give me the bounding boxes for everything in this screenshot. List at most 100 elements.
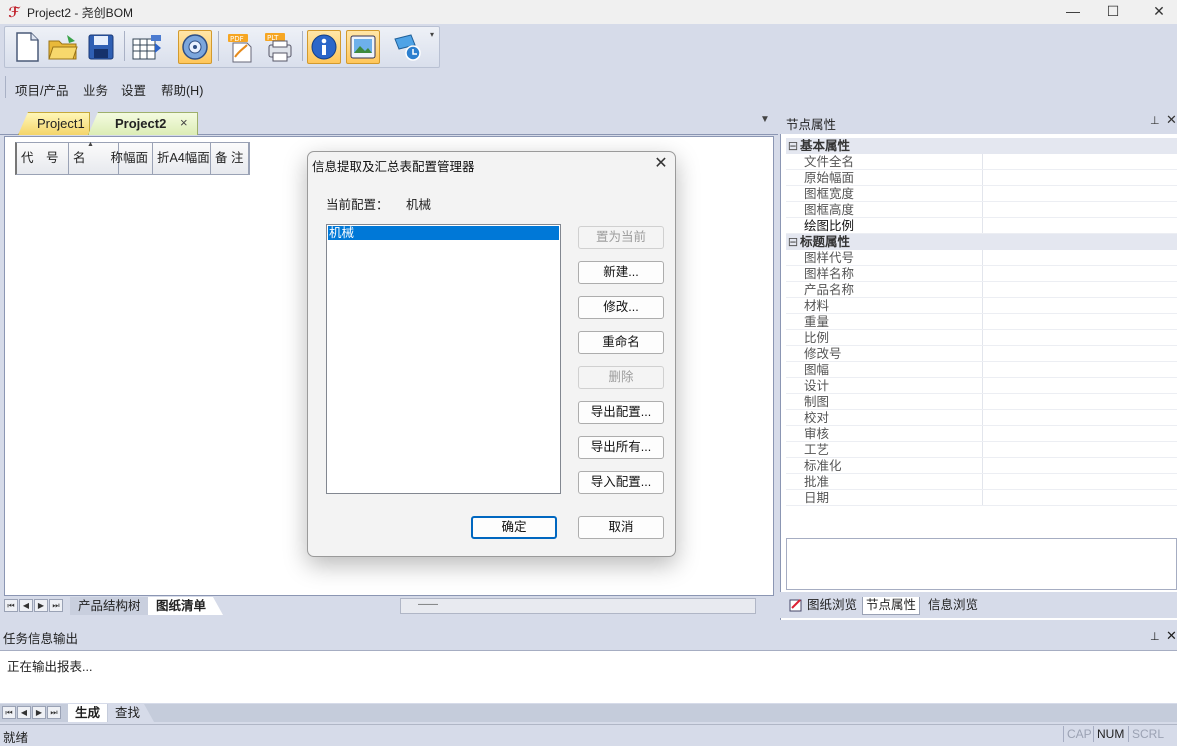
menu-project[interactable]: 项目/产品 bbox=[15, 80, 68, 99]
property-row[interactable]: 批准 bbox=[786, 474, 1177, 490]
property-row[interactable]: 审核 bbox=[786, 426, 1177, 442]
save-button[interactable] bbox=[84, 30, 118, 64]
plt-print-icon: PLT bbox=[265, 33, 292, 62]
property-row[interactable]: 制图 bbox=[786, 394, 1177, 410]
collapse-icon[interactable]: ⊟ bbox=[786, 138, 800, 154]
num-indicator: NUM bbox=[1093, 726, 1127, 742]
tab-generate[interactable]: 生成 bbox=[68, 704, 108, 722]
export-pdf-button[interactable]: PDF bbox=[224, 30, 258, 64]
pdf-label: PDF bbox=[230, 35, 244, 43]
column-header-name[interactable]: 名 称 bbox=[69, 143, 123, 174]
property-row[interactable]: 比例 bbox=[786, 330, 1177, 346]
cancel-button[interactable]: 取消 bbox=[578, 516, 664, 539]
new-config-button[interactable]: 新建... bbox=[578, 261, 664, 284]
last-sheet-icon[interactable]: ⏭ bbox=[49, 599, 63, 612]
tab-list-dropdown-icon[interactable]: ▼ bbox=[760, 114, 770, 125]
last-sheet-icon[interactable]: ⏭ bbox=[47, 706, 61, 719]
import-config-button[interactable]: 导入配置... bbox=[578, 471, 664, 494]
property-category[interactable]: ⊟ 标题属性 bbox=[786, 234, 1177, 250]
property-row[interactable]: 产品名称 bbox=[786, 282, 1177, 298]
grid-header: 代 号 名 称 幅面 折A4幅面 备 注 bbox=[15, 142, 250, 175]
prev-sheet-icon[interactable]: ◀ bbox=[17, 706, 31, 719]
first-sheet-icon[interactable]: ⏮ bbox=[4, 599, 18, 612]
maximize-button[interactable]: ☐ bbox=[1090, 0, 1136, 24]
property-row[interactable]: 文件全名 bbox=[786, 154, 1177, 170]
column-header-code[interactable]: 代 号 bbox=[17, 143, 69, 174]
tab-info-browse[interactable]: 信息浏览 bbox=[925, 597, 981, 615]
tab-node-properties[interactable]: 节点属性 bbox=[862, 597, 921, 615]
property-name: 批准 bbox=[786, 474, 983, 489]
next-sheet-icon[interactable]: ▶ bbox=[32, 706, 46, 719]
image-viewer-button[interactable] bbox=[346, 30, 380, 64]
collapse-icon[interactable]: ⊟ bbox=[786, 234, 800, 250]
first-sheet-icon[interactable]: ⏮ bbox=[2, 706, 16, 719]
status-text: 就绪 bbox=[3, 731, 29, 745]
property-category[interactable]: ⊟ 基本属性 bbox=[786, 138, 1177, 154]
open-button[interactable] bbox=[46, 30, 80, 64]
dialog-close-icon[interactable]: ✕ bbox=[652, 153, 670, 173]
property-row[interactable]: 修改号 bbox=[786, 346, 1177, 362]
tab-close-icon[interactable]: × bbox=[180, 115, 188, 130]
column-header-format[interactable]: 幅面 bbox=[119, 143, 153, 174]
close-window-button[interactable]: ✕ bbox=[1136, 0, 1177, 24]
pin-icon[interactable]: ⊥ bbox=[1150, 630, 1160, 643]
property-name: 绘图比例 bbox=[786, 218, 983, 233]
properties-panel-title: 节点属性 bbox=[786, 118, 837, 132]
menu-business[interactable]: 业务 bbox=[83, 80, 108, 99]
export-table-button[interactable] bbox=[130, 30, 164, 64]
property-category-label: 基本属性 bbox=[800, 139, 851, 153]
property-row[interactable]: 材料 bbox=[786, 298, 1177, 314]
pin-icon[interactable]: ⊥ bbox=[1150, 114, 1160, 127]
config-manager-button[interactable] bbox=[178, 30, 212, 64]
tab-product-tree[interactable]: 产品结构树 bbox=[70, 597, 150, 615]
new-button[interactable] bbox=[10, 30, 44, 64]
column-header-remark[interactable]: 备 注 bbox=[211, 143, 249, 174]
config-list[interactable] bbox=[326, 224, 561, 494]
menu-grip bbox=[5, 76, 6, 98]
menu-help[interactable]: 帮助(H) bbox=[161, 80, 203, 99]
column-header-a4-format[interactable]: 折A4幅面 bbox=[153, 143, 211, 174]
close-panel-icon[interactable]: ✕ bbox=[1166, 112, 1177, 128]
property-row[interactable]: 图幅 bbox=[786, 362, 1177, 378]
print-plt-button[interactable]: PLT bbox=[262, 30, 296, 64]
toolbar-separator bbox=[124, 31, 125, 61]
set-current-button[interactable]: 置为当前 bbox=[578, 226, 664, 249]
property-row[interactable]: 绘图比例 bbox=[786, 218, 1177, 234]
info-button[interactable] bbox=[307, 30, 341, 64]
tab-drawing-list[interactable]: 图纸清单 bbox=[148, 597, 223, 615]
property-row[interactable]: 图框宽度 bbox=[786, 186, 1177, 202]
ok-button[interactable]: 确定 bbox=[471, 516, 557, 539]
property-row[interactable]: 工艺 bbox=[786, 442, 1177, 458]
property-name: 制图 bbox=[786, 394, 983, 409]
toolbar-overflow-icon[interactable]: ▾ bbox=[430, 30, 440, 66]
delete-config-button[interactable]: 删除 bbox=[578, 366, 664, 389]
modify-config-button[interactable]: 修改... bbox=[578, 296, 664, 319]
next-sheet-icon[interactable]: ▶ bbox=[34, 599, 48, 612]
rename-config-button[interactable]: 重命名 bbox=[578, 331, 664, 354]
property-name: 重量 bbox=[786, 314, 983, 329]
scrollbar-thumb[interactable]: —— bbox=[418, 600, 438, 612]
property-row[interactable]: 重量 bbox=[786, 314, 1177, 330]
property-row[interactable]: 标准化 bbox=[786, 458, 1177, 474]
property-name: 修改号 bbox=[786, 346, 983, 361]
property-row[interactable]: 图框高度 bbox=[786, 202, 1177, 218]
export-config-button[interactable]: 导出配置... bbox=[578, 401, 664, 424]
list-item[interactable]: 机械 bbox=[327, 225, 560, 241]
tab-drawing-browse[interactable]: 图纸浏览 bbox=[804, 597, 860, 615]
close-panel-icon[interactable]: ✕ bbox=[1166, 628, 1177, 644]
property-row[interactable]: 日期 bbox=[786, 490, 1177, 506]
cap-indicator: CAP bbox=[1063, 726, 1095, 742]
menu-settings[interactable]: 设置 bbox=[121, 80, 146, 99]
property-row[interactable]: 设计 bbox=[786, 378, 1177, 394]
property-row[interactable]: 图样名称 bbox=[786, 266, 1177, 282]
property-row[interactable]: 图样代号 bbox=[786, 250, 1177, 266]
tab-project1[interactable]: Project1 bbox=[18, 112, 90, 135]
update-button[interactable] bbox=[390, 30, 424, 64]
export-all-button[interactable]: 导出所有... bbox=[578, 436, 664, 459]
property-row[interactable]: 原始幅面 bbox=[786, 170, 1177, 186]
prev-sheet-icon[interactable]: ◀ bbox=[19, 599, 33, 612]
property-name: 材料 bbox=[786, 298, 983, 313]
task-output-message: 正在输出报表... bbox=[7, 660, 93, 674]
property-row[interactable]: 校对 bbox=[786, 410, 1177, 426]
horizontal-scrollbar[interactable] bbox=[400, 598, 756, 614]
